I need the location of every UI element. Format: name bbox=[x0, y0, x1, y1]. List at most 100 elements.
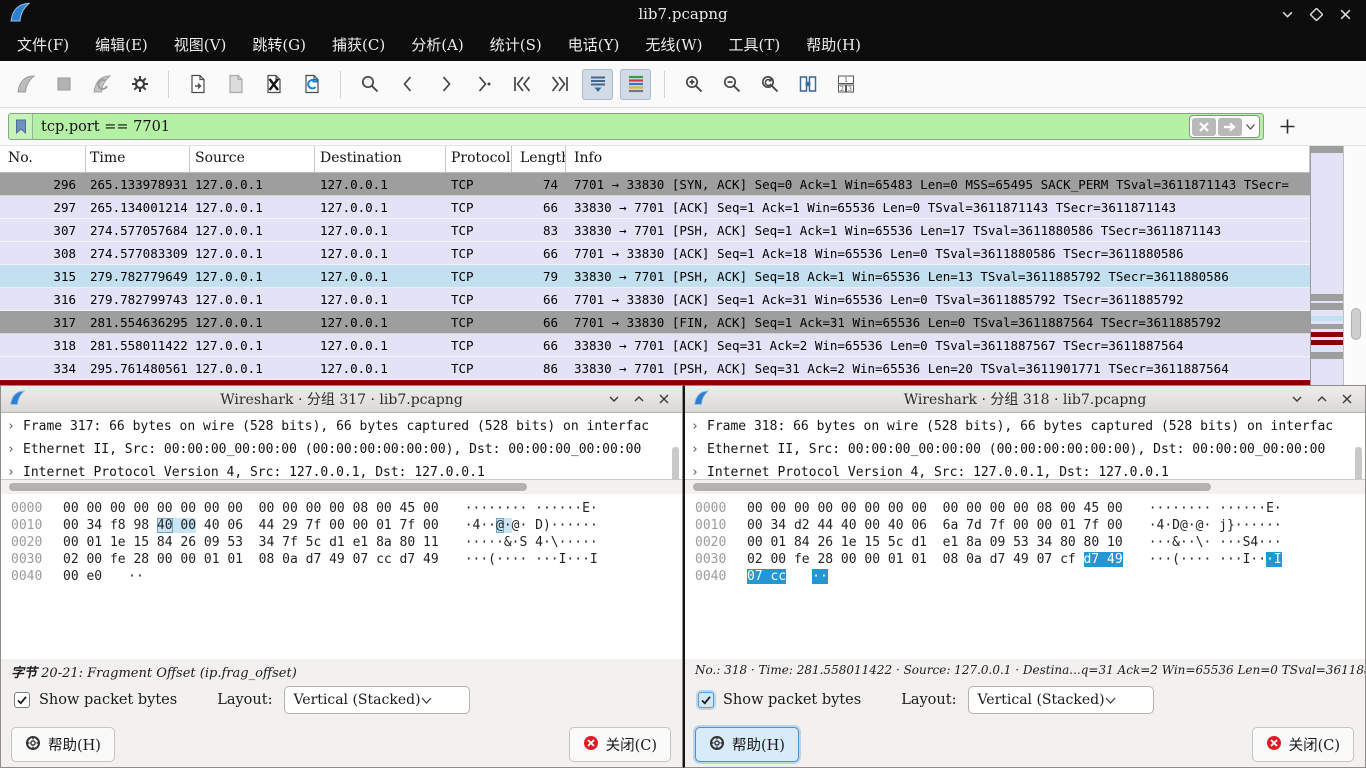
zoom-reset-button[interactable] bbox=[754, 69, 785, 100]
hex-row-0020[interactable]: 002000 01 84 26 1e 15 5c d1 e1 8a 09 53 … bbox=[695, 534, 1365, 551]
go-to-packet-button[interactable] bbox=[468, 69, 499, 100]
popup-close-button[interactable] bbox=[658, 390, 670, 409]
packet-row-334[interactable]: 334295.761480561127.0.0.1127.0.0.1TCP863… bbox=[0, 357, 1310, 380]
packet-list-scrollbar[interactable] bbox=[1346, 146, 1366, 385]
column-header-info[interactable]: Info bbox=[566, 146, 1310, 172]
start-capture-button[interactable] bbox=[10, 69, 41, 100]
expander-icon[interactable]: › bbox=[691, 438, 707, 461]
last-packet-button[interactable] bbox=[544, 69, 575, 100]
hex-row-0020[interactable]: 002000 01 1e 15 84 26 09 53 34 7f 5c d1 … bbox=[11, 534, 682, 551]
tree-hscrollbar-thumb[interactable] bbox=[9, 483, 527, 491]
packet-list-scrollbar-thumb[interactable] bbox=[1351, 308, 1361, 340]
menu-item-9[interactable]: 无线(W) bbox=[632, 29, 715, 60]
expander-icon[interactable]: › bbox=[691, 415, 707, 438]
expander-icon[interactable]: › bbox=[7, 415, 23, 438]
close-button[interactable] bbox=[1339, 8, 1352, 21]
hex-dump-view[interactable]: 000000 00 00 00 00 00 00 00 00 00 00 00 … bbox=[1, 494, 682, 659]
save-file-button[interactable] bbox=[220, 69, 251, 100]
menu-item-1[interactable]: 文件(F) bbox=[4, 29, 82, 60]
hex-row-0010[interactable]: 001000 34 f8 98 40 00 40 06 44 29 7f 00 … bbox=[11, 517, 682, 534]
close-dialog-button[interactable]: 关闭(C) bbox=[1252, 727, 1354, 762]
show-packet-bytes-checkbox[interactable] bbox=[698, 692, 714, 708]
maximize-button[interactable] bbox=[1310, 8, 1323, 21]
help-button[interactable]: 帮助(H) bbox=[695, 727, 799, 762]
go-forward-button[interactable] bbox=[430, 69, 461, 100]
go-back-button[interactable] bbox=[392, 69, 423, 100]
open-file-button[interactable] bbox=[182, 69, 213, 100]
help-button[interactable]: 帮助(H) bbox=[11, 727, 115, 762]
packet-row-308[interactable]: 308274.577083309127.0.0.1127.0.0.1TCP667… bbox=[0, 242, 1310, 265]
hex-dump-view[interactable]: 000000 00 00 00 00 00 00 00 00 00 00 00 … bbox=[685, 494, 1365, 659]
protocol-tree[interactable]: ›Frame 317: 66 bytes on wire (528 bits),… bbox=[1, 413, 682, 480]
tree-row-2[interactable]: ›Ethernet II, Src: 00:00:00_00:00:00 (00… bbox=[691, 438, 1365, 461]
add-filter-button[interactable] bbox=[1276, 116, 1298, 138]
tree-scrollbar-thumb[interactable] bbox=[1355, 447, 1362, 480]
stop-capture-button[interactable] bbox=[48, 69, 79, 100]
clear-filter-button[interactable] bbox=[1192, 118, 1216, 136]
popup-minimize-button[interactable] bbox=[1291, 390, 1303, 409]
show-packet-bytes-checkbox[interactable] bbox=[14, 692, 30, 708]
tree-hscrollbar[interactable] bbox=[1, 480, 682, 494]
zoom-in-button[interactable] bbox=[678, 69, 709, 100]
colorize-button[interactable] bbox=[620, 69, 651, 100]
protocol-tree[interactable]: ›Frame 318: 66 bytes on wire (528 bits),… bbox=[685, 413, 1365, 480]
tree-hscrollbar[interactable] bbox=[685, 480, 1365, 494]
find-packet-button[interactable] bbox=[354, 69, 385, 100]
hex-row-0040[interactable]: 004007 cc·· bbox=[695, 568, 1365, 585]
expander-icon[interactable]: › bbox=[7, 461, 23, 480]
packet-row-318[interactable]: 318281.558011422127.0.0.1127.0.0.1TCP663… bbox=[0, 334, 1310, 357]
column-header-source[interactable]: Source bbox=[190, 146, 315, 172]
menu-item-8[interactable]: 电话(Y) bbox=[555, 29, 633, 60]
packet-row-307[interactable]: 307274.577057684127.0.0.1127.0.0.1TCP833… bbox=[0, 219, 1310, 242]
column-header-no[interactable]: No. bbox=[0, 146, 86, 172]
packet-row-317[interactable]: 317281.554636295127.0.0.1127.0.0.1TCP667… bbox=[0, 311, 1310, 334]
popup-close-button[interactable] bbox=[1341, 390, 1353, 409]
hex-row-0030[interactable]: 003002 00 fe 28 00 00 01 01 08 0a d7 49 … bbox=[695, 551, 1365, 568]
hex-row-0000[interactable]: 000000 00 00 00 00 00 00 00 00 00 00 00 … bbox=[11, 500, 682, 517]
menu-item-4[interactable]: 跳转(G) bbox=[239, 29, 319, 60]
minimize-button[interactable] bbox=[1281, 8, 1294, 21]
packet-row-297[interactable]: 297265.134001214127.0.0.1127.0.0.1TCP663… bbox=[0, 196, 1310, 219]
menu-item-3[interactable]: 视图(V) bbox=[161, 29, 240, 60]
layout-select[interactable]: Vertical (Stacked) bbox=[968, 686, 1154, 714]
close-dialog-button[interactable]: 关闭(C) bbox=[569, 727, 671, 762]
hex-row-0010[interactable]: 001000 34 d2 44 40 00 40 06 6a 7d 7f 00 … bbox=[695, 517, 1365, 534]
auto-scroll-button[interactable] bbox=[582, 69, 613, 100]
menu-item-7[interactable]: 统计(S) bbox=[477, 29, 555, 60]
tree-row-1[interactable]: ›Frame 317: 66 bytes on wire (528 bits),… bbox=[7, 415, 682, 438]
menu-item-5[interactable]: 捕获(C) bbox=[319, 29, 398, 60]
expander-icon[interactable]: › bbox=[7, 438, 23, 461]
column-header-length[interactable]: Length bbox=[512, 146, 566, 172]
popup-titlebar[interactable]: Wireshark · 分组 317 · lib7.pcapng bbox=[1, 386, 682, 413]
expander-icon[interactable]: › bbox=[691, 461, 707, 480]
tree-row-2[interactable]: ›Ethernet II, Src: 00:00:00_00:00:00 (00… bbox=[7, 438, 682, 461]
column-header-time[interactable]: Time bbox=[86, 146, 190, 172]
hex-row-0000[interactable]: 000000 00 00 00 00 00 00 00 00 00 00 00 … bbox=[695, 500, 1365, 517]
menu-item-10[interactable]: 工具(T) bbox=[715, 29, 793, 60]
tree-row-3[interactable]: ›Internet Protocol Version 4, Src: 127.0… bbox=[7, 461, 682, 480]
hex-row-0040[interactable]: 004000 e0·· bbox=[11, 568, 682, 585]
restart-capture-button[interactable] bbox=[86, 69, 117, 100]
capture-options-button[interactable] bbox=[124, 69, 155, 100]
packet-row-315[interactable]: 315279.782779649127.0.0.1127.0.0.1TCP793… bbox=[0, 265, 1310, 288]
tree-hscrollbar-thumb[interactable] bbox=[693, 483, 1211, 491]
hex-row-0030[interactable]: 003002 00 fe 28 00 00 01 01 08 0a d7 49 … bbox=[11, 551, 682, 568]
packet-row-316[interactable]: 316279.782799743127.0.0.1127.0.0.1TCP667… bbox=[0, 288, 1310, 311]
popup-minimize-button[interactable] bbox=[608, 390, 620, 409]
first-packet-button[interactable] bbox=[506, 69, 537, 100]
filter-bookmark-icon[interactable] bbox=[9, 114, 33, 139]
layout-select[interactable]: Vertical (Stacked) bbox=[284, 686, 470, 714]
close-file-button[interactable] bbox=[258, 69, 289, 100]
layout-chooser-button[interactable]: 123 bbox=[830, 69, 861, 100]
packet-row-296[interactable]: 296265.133978931127.0.0.1127.0.0.1TCP747… bbox=[0, 173, 1310, 196]
popup-maximize-button[interactable] bbox=[633, 390, 645, 409]
resize-columns-button[interactable] bbox=[792, 69, 823, 100]
tree-row-3[interactable]: ›Internet Protocol Version 4, Src: 127.0… bbox=[691, 461, 1365, 480]
popup-titlebar[interactable]: Wireshark · 分组 318 · lib7.pcapng bbox=[685, 386, 1365, 413]
display-filter-input[interactable]: tcp.port == 7701 bbox=[8, 113, 1264, 140]
menu-item-2[interactable]: 编辑(E) bbox=[82, 29, 161, 60]
popup-maximize-button[interactable] bbox=[1316, 390, 1328, 409]
menu-item-6[interactable]: 分析(A) bbox=[398, 29, 477, 60]
intelligent-scrollbar-minimap[interactable] bbox=[1310, 146, 1344, 385]
column-header-protocol[interactable]: Protocol bbox=[446, 146, 512, 172]
